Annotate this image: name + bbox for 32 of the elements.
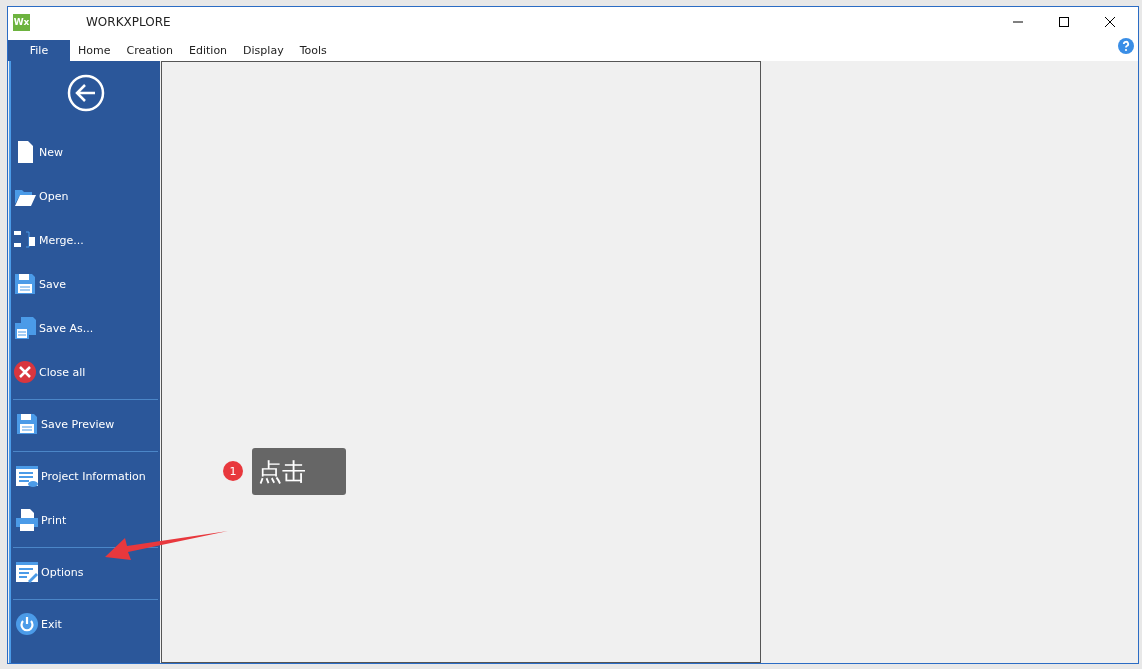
menu-item[interactable]: Open — [39, 189, 69, 203]
info-icon — [15, 464, 39, 488]
menu-item[interactable]: Project Information — [41, 469, 146, 483]
menu-item[interactable]: Options — [41, 565, 84, 579]
app-logo: Wx — [13, 13, 30, 31]
menu-item[interactable]: Merge... — [39, 233, 84, 247]
menu-tab[interactable]: File — [8, 40, 70, 61]
menu-tab[interactable]: Display — [235, 40, 292, 61]
menu-item[interactable]: Save Preview — [41, 417, 115, 431]
menu-item[interactable]: Close all — [39, 365, 86, 379]
saveas-icon — [13, 316, 37, 340]
menu-tab[interactable]: Creation — [118, 40, 182, 61]
help-icon[interactable] — [1118, 38, 1134, 54]
save-icon — [15, 412, 39, 436]
menu-item[interactable]: Save As... — [39, 321, 94, 335]
print-icon — [15, 508, 39, 532]
menu-item[interactable]: Print — [41, 513, 67, 527]
menu-tab[interactable]: Tools — [291, 40, 335, 61]
menu-tab[interactable]: Home — [70, 40, 119, 61]
menu-tab[interactable]: Edition — [181, 40, 236, 61]
save-icon — [13, 272, 37, 296]
close-icon[interactable] — [1104, 16, 1116, 28]
menu-item[interactable]: Exit — [41, 617, 62, 631]
options-icon — [15, 560, 39, 584]
maximize-icon[interactable] — [1058, 16, 1070, 28]
exit-icon — [15, 612, 39, 636]
close-icon — [13, 360, 37, 384]
menu-item[interactable]: New — [39, 145, 63, 159]
back-icon[interactable] — [66, 74, 105, 112]
menu-item[interactable]: Save — [39, 277, 66, 291]
window-title: WORKXPLORE — [86, 15, 171, 29]
callout-label: 点击 — [252, 448, 346, 495]
